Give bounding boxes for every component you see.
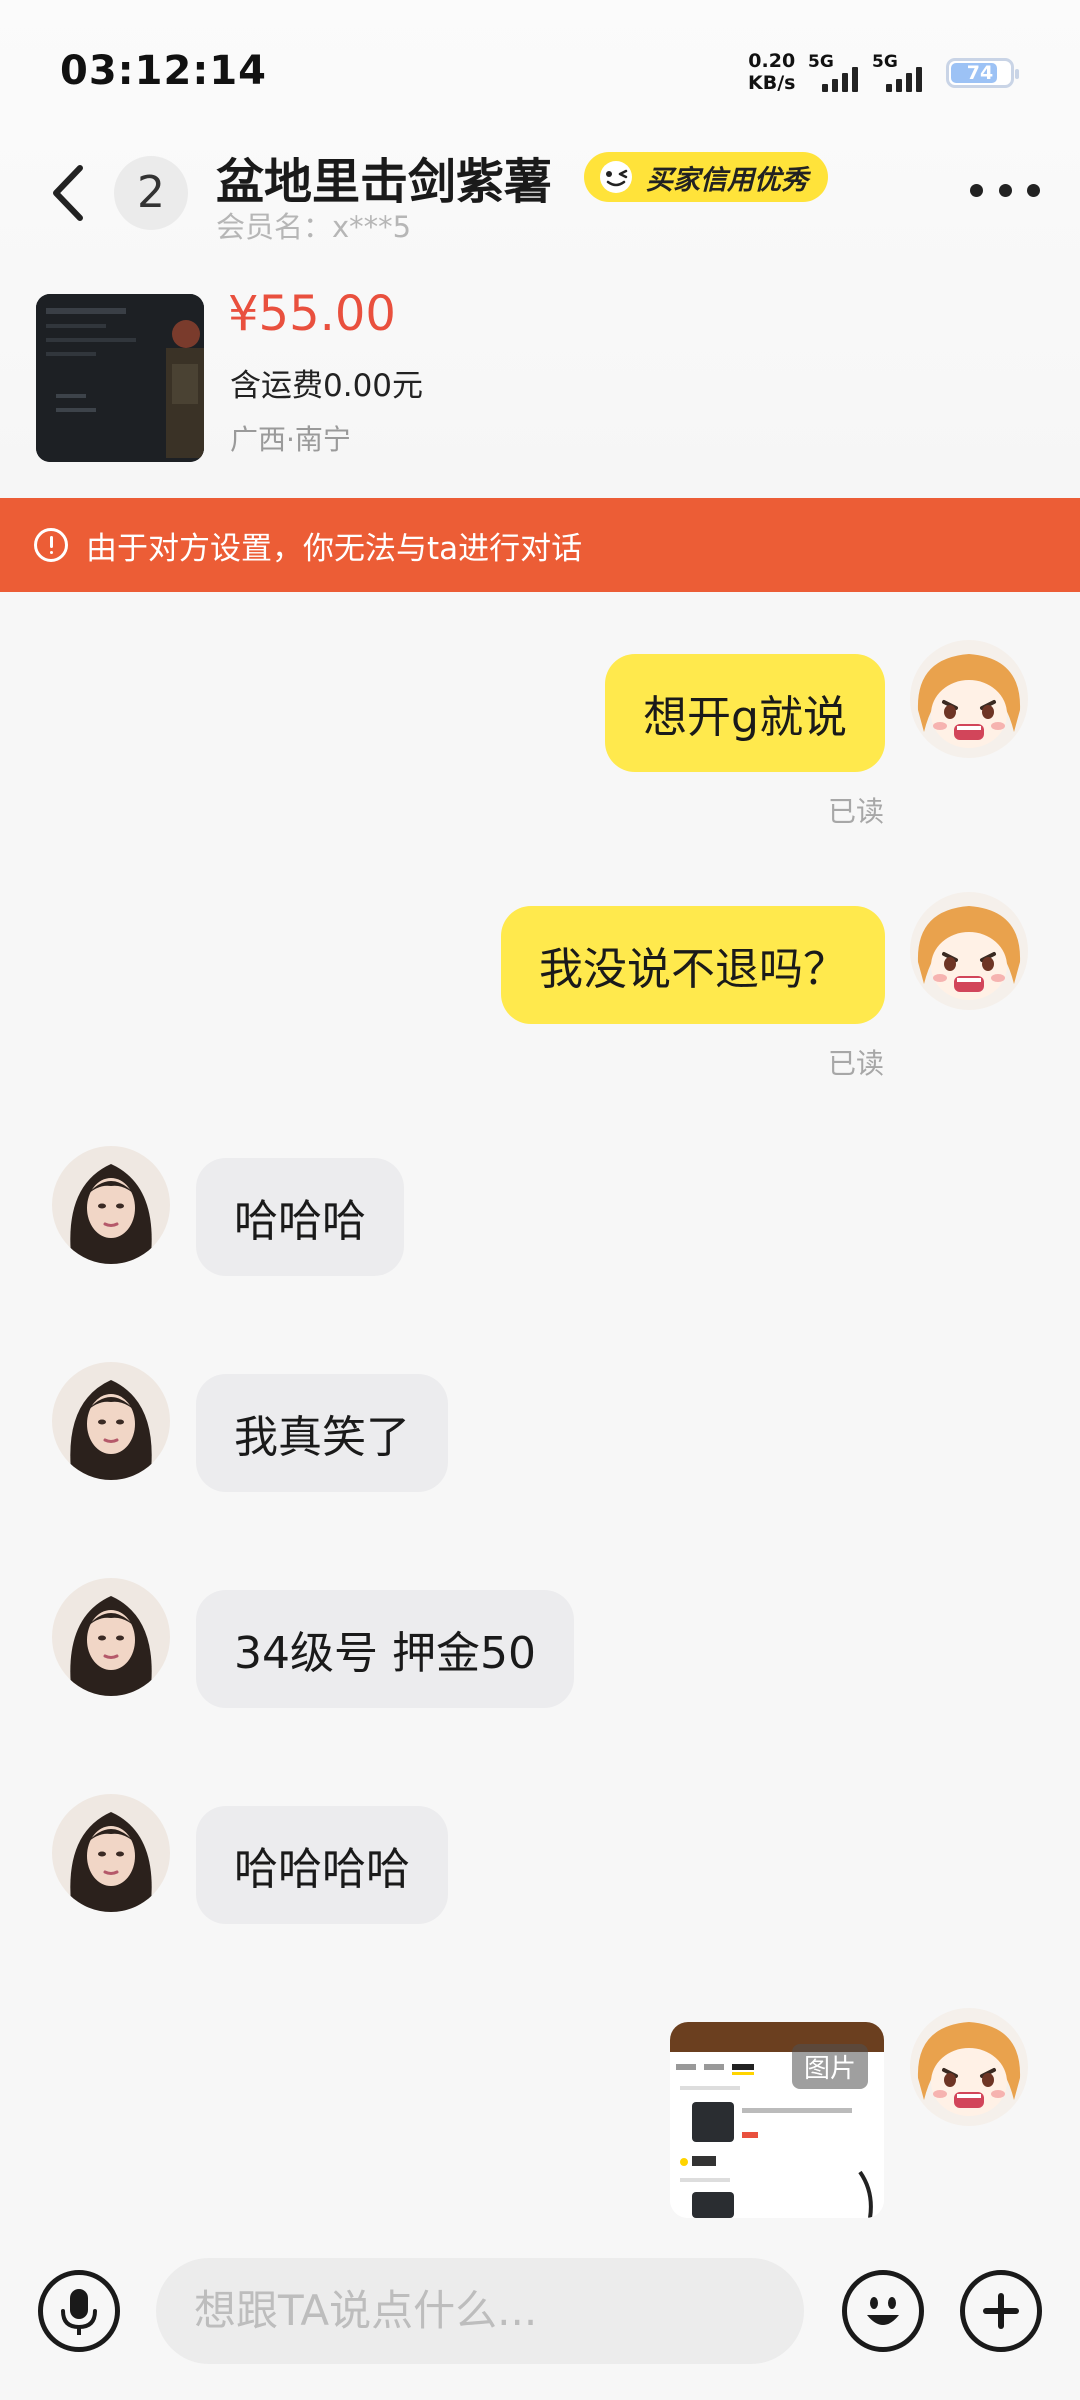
image-label: 图片 <box>791 2044 868 2089</box>
battery-level: 74 <box>966 62 994 84</box>
more-options-button[interactable] <box>970 170 1040 210</box>
message-bubble-received[interactable]: 哈哈哈哈 <box>196 1806 448 1924</box>
chevron-left-icon <box>53 165 83 221</box>
message-bubble-received[interactable]: 哈哈哈 <box>196 1158 404 1276</box>
message-bubble-sent[interactable]: 我没说不退吗？ <box>501 906 885 1024</box>
unread-count-badge[interactable]: 2 <box>114 156 188 230</box>
network-speed-value: 0.20 <box>748 50 796 72</box>
credit-badge[interactable]: 买家信用优秀 <box>584 152 828 202</box>
my-avatar[interactable] <box>910 2008 1028 2126</box>
message-bubble-received[interactable]: 我真笑了 <box>196 1374 448 1492</box>
read-status: 已读 <box>828 795 885 828</box>
read-status: 已读 <box>828 1047 885 1080</box>
signal-icon: 5G <box>808 52 868 94</box>
member-name: 会员名：x***5 <box>216 210 412 244</box>
contact-avatar[interactable] <box>52 1362 170 1480</box>
message-bubble-received[interactable]: 34级号 押金50 <box>196 1590 574 1708</box>
product-thumbnail[interactable] <box>36 294 204 462</box>
smiley-icon <box>867 2297 899 2325</box>
product-price: ¥55.00 <box>228 286 396 342</box>
signal-icon: 5G <box>872 52 932 94</box>
contact-nickname[interactable]: 盆地里击剑紫薯 <box>216 142 552 212</box>
product-location: 广西·南宁 <box>230 423 351 456</box>
message-input[interactable]: 想跟TA说点什么... <box>156 2258 804 2364</box>
network-speed-unit: KB/s <box>748 72 796 94</box>
my-avatar[interactable] <box>910 640 1028 758</box>
input-bar: 想跟TA说点什么... <box>0 2240 1080 2400</box>
my-avatar[interactable] <box>910 892 1028 1010</box>
battery-icon: 74 <box>946 58 1019 88</box>
clock: 03:12:14 <box>60 48 267 94</box>
back-button[interactable] <box>46 158 96 228</box>
image-message[interactable]: 图片 <box>670 2022 884 2218</box>
smile-face-icon <box>596 160 636 194</box>
credit-badge-label: 买家信用优秀 <box>646 164 808 196</box>
contact-avatar[interactable] <box>52 1146 170 1264</box>
status-bar: 03:12:14 0.20 KB/s 5G 5G 74 <box>0 0 1080 130</box>
voice-input-button[interactable] <box>38 2270 120 2352</box>
banner-text: 由于对方设置，你无法与ta进行对话 <box>86 530 583 567</box>
contact-avatar[interactable] <box>52 1578 170 1696</box>
shipping-fee: 含运费0.00元 <box>230 368 424 404</box>
microphone-icon <box>61 2289 97 2335</box>
add-attachment-button[interactable] <box>960 2270 1042 2352</box>
network-speed: 0.20 KB/s <box>748 50 795 94</box>
contact-avatar[interactable] <box>52 1794 170 1912</box>
alert-icon <box>34 528 68 562</box>
message-bubble-sent[interactable]: 想开g就说 <box>605 654 885 772</box>
emoji-button[interactable] <box>842 2270 924 2352</box>
chat-restriction-banner: 由于对方设置，你无法与ta进行对话 <box>0 498 1080 592</box>
